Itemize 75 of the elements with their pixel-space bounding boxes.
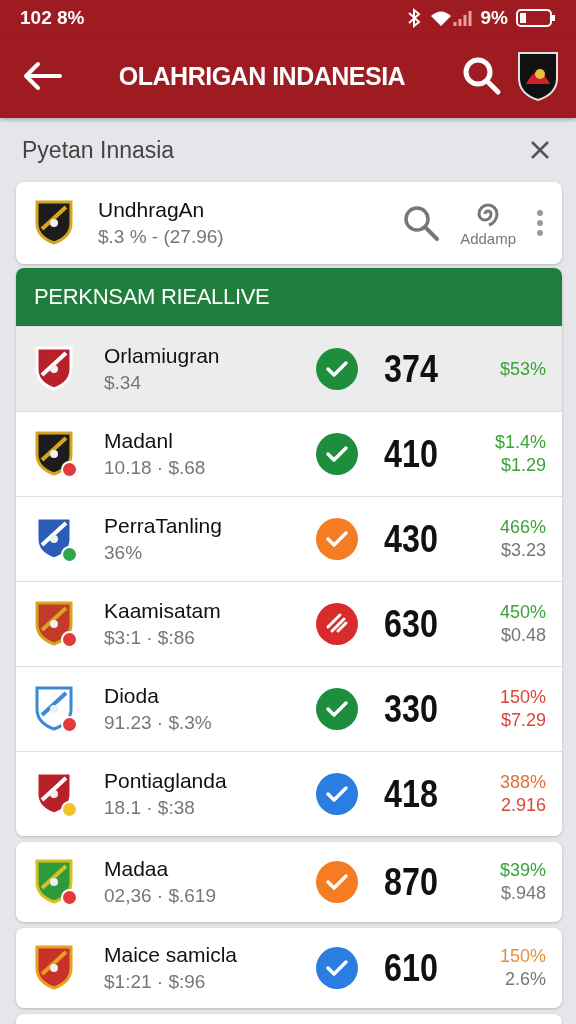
team-name: UndhragAn	[98, 198, 206, 222]
score: 330	[384, 687, 439, 731]
change-value: $1.29	[500, 455, 546, 476]
change-value: $1.4%	[494, 432, 546, 453]
team-detail: $.3 % - (27.96)	[98, 226, 225, 248]
bluetooth-icon	[406, 8, 421, 28]
team-detail: $3:1 · $:86	[104, 627, 196, 649]
change-value: $53%	[499, 358, 546, 380]
change-value: 150%	[499, 687, 546, 708]
team-name: PerraTanling	[104, 514, 223, 538]
change-value: 388%	[499, 772, 546, 793]
team-row[interactable]: Pontiaglanda 18.1 · $:38 418 388% 2.916	[16, 751, 562, 836]
team-name: Kaamisatam	[104, 599, 222, 623]
shield-icon	[34, 600, 74, 646]
team-row[interactable]: Orlamiugran $.34 374 $53%	[16, 326, 562, 411]
shield-logo-icon	[516, 50, 560, 102]
team-row[interactable]: Madanl 10.18 · $.68 410 $1.4% $1.29	[16, 411, 562, 496]
change-value: $3.23	[500, 540, 546, 561]
team-detail: $.34	[104, 372, 142, 394]
search-icon	[462, 56, 502, 96]
team-name: Pontiaglanda	[104, 769, 228, 793]
change-value: 450%	[499, 602, 546, 623]
back-button[interactable]	[22, 61, 62, 91]
team-card[interactable]: Madaa 02,36 · $.619 870 $39% $.948	[16, 842, 562, 922]
team-detail: 10.18 · $.68	[104, 457, 207, 479]
more-button[interactable]	[536, 209, 544, 237]
change-value: $.948	[500, 883, 546, 904]
status-text: 102 8%	[20, 7, 85, 29]
score: 374	[384, 347, 439, 391]
team-row[interactable]: Dioda 91.23 · $.3% 330 150% $7.29	[16, 666, 562, 751]
add-button[interactable]: Addamp	[460, 199, 516, 247]
shield-icon	[34, 944, 74, 990]
shield-icon	[34, 858, 74, 904]
battery-text: 9%	[480, 7, 508, 29]
shield-icon	[34, 199, 74, 245]
team-row[interactable]: Kaamisatam $3:1 · $:86 630 450% $0.48	[16, 581, 562, 666]
score: 630	[384, 602, 439, 646]
team-name: Orlamiugran	[104, 344, 221, 368]
team-detail: 18.1 · $:38	[104, 797, 196, 819]
change-value: 2.916	[500, 795, 546, 816]
team-name: Dioda	[104, 684, 160, 708]
change-value: $0.48	[500, 625, 546, 646]
search-button[interactable]	[462, 56, 502, 96]
score: 430	[384, 517, 439, 561]
shield-icon	[34, 345, 74, 391]
change-value: 2.6%	[504, 969, 546, 990]
team-name: Madanl	[104, 429, 174, 453]
team-detail: 02,36 · $.619	[104, 885, 217, 907]
change-value: 466%	[499, 517, 546, 538]
score: 418	[384, 772, 439, 816]
score: 870	[384, 860, 439, 904]
more-icon	[536, 209, 544, 237]
team-detail: 36%	[104, 542, 144, 564]
battery-icon	[516, 8, 556, 28]
change-value: 150%	[499, 946, 546, 967]
section-title: PERKNSAM RIEALLIVE	[34, 284, 270, 310]
team-name: Madaa	[104, 857, 170, 881]
shield-icon	[34, 430, 74, 476]
team-row[interactable]: PerraTanling 36% 430 466% $3.23	[16, 496, 562, 581]
shield-icon	[34, 685, 74, 731]
team-card[interactable]: Maice samicla $1:21 · $:96 610 150% 2.6%	[16, 928, 562, 1008]
team-detail: $1:21 · $:96	[104, 971, 207, 993]
search-icon	[402, 204, 441, 242]
change-value: $39%	[499, 860, 546, 881]
filter-label: Pyetan Innasia	[22, 136, 175, 164]
team-name: Maice samicla	[104, 943, 239, 967]
search-button[interactable]	[402, 204, 441, 242]
back-arrow-icon	[22, 61, 62, 91]
score: 610	[384, 946, 439, 990]
team-detail: 91.23 · $.3%	[104, 712, 213, 734]
team-card[interactable]: UndhragAn $.3 % - (27.96) Addamp	[16, 182, 562, 264]
change-value: $7.29	[500, 710, 546, 731]
score: 410	[384, 432, 439, 476]
close-icon	[530, 140, 550, 160]
app-title: OLAHRIGAN INDANESIA	[117, 61, 407, 91]
